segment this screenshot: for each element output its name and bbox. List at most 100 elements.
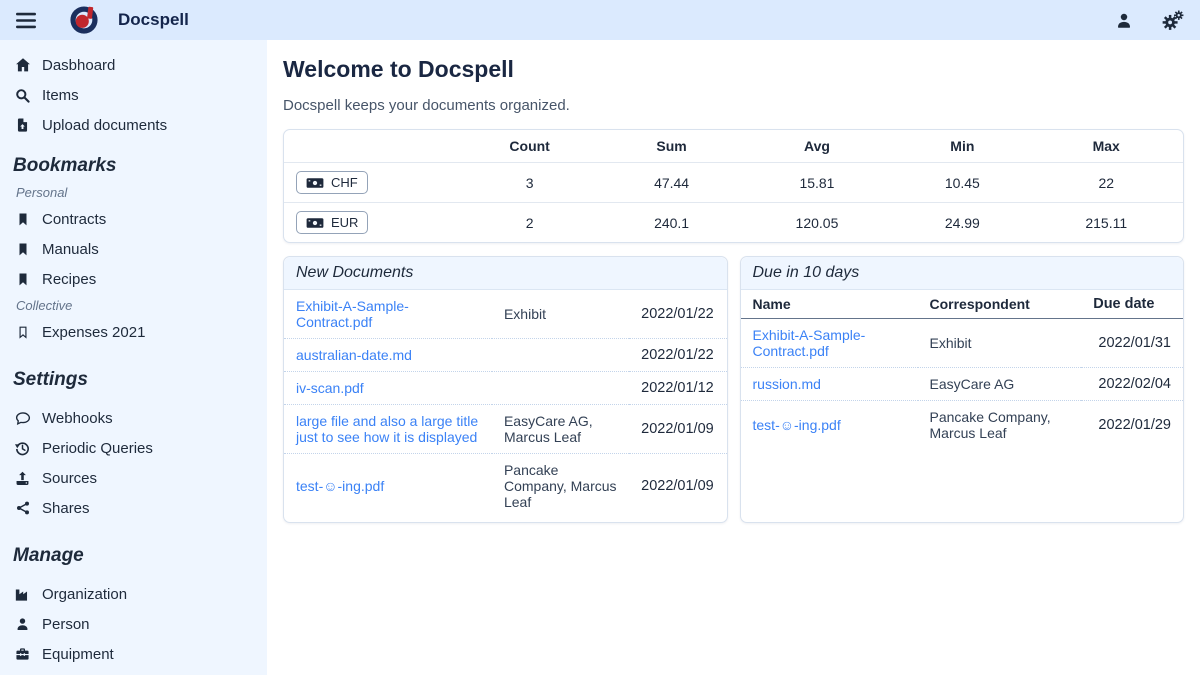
table-row: Exhibit-A-Sample-Contract.pdf Exhibit 20… (284, 290, 727, 339)
stats-col-max: Max (1029, 130, 1183, 163)
file-upload-icon (13, 116, 32, 134)
document-due-date: 2022/01/31 (1081, 319, 1183, 368)
new-documents-panel: New Documents Exhibit-A-Sample-Contract.… (283, 256, 728, 523)
stats-value: 3 (455, 163, 605, 203)
new-documents-table: Exhibit-A-Sample-Contract.pdf Exhibit 20… (284, 290, 727, 518)
bookmarks-heading: Bookmarks (13, 155, 257, 177)
document-correspondent: EasyCare AG, Marcus Leaf (492, 405, 629, 454)
sidebar-item-label: Shares (42, 500, 90, 517)
currency-badge-chf: CHF (296, 171, 368, 194)
sidebar-item-equipment[interactable]: Equipment (13, 639, 257, 669)
sidebar-item-label: Organization (42, 586, 127, 603)
settings-cogs-icon[interactable] (1161, 9, 1184, 32)
sidebar-item-items[interactable]: Items (13, 80, 257, 110)
table-row: iv-scan.pdf 2022/01/12 (284, 372, 727, 405)
sidebar-item-shares[interactable]: Shares (13, 493, 257, 523)
bookmarks-group-collective: Collective (16, 298, 257, 313)
stats-value: 2 (455, 203, 605, 243)
industry-icon (13, 586, 32, 603)
table-row: australian-date.md 2022/01/22 (284, 339, 727, 372)
sidebar-item-periodic-queries[interactable]: Periodic Queries (13, 433, 257, 463)
stats-card: Count Sum Avg Min Max (283, 129, 1184, 243)
sidebar-item-person[interactable]: Person (13, 609, 257, 639)
stats-value: 24.99 (895, 203, 1029, 243)
table-row: test-☺-ing.pdf Pancake Company, Marcus L… (284, 454, 727, 519)
stats-value: 240.1 (604, 203, 738, 243)
stats-value: 22 (1029, 163, 1183, 203)
manage-heading: Manage (13, 545, 257, 567)
main-content: Welcome to Docspell Docspell keeps your … (267, 40, 1200, 675)
sidebar-item-tags[interactable]: Tags (13, 669, 257, 675)
sidebar-item-label: Sources (42, 470, 97, 487)
document-correspondent: Pancake Company, Marcus Leaf (492, 454, 629, 519)
document-date: 2022/01/22 (629, 339, 726, 372)
stats-value: 47.44 (604, 163, 738, 203)
currency-badge-eur: EUR (296, 211, 368, 234)
stats-value: 15.81 (739, 163, 895, 203)
stats-col-sum: Sum (604, 130, 738, 163)
toolbox-icon (13, 646, 32, 662)
sidebar-item-label: Equipment (42, 646, 114, 663)
stats-col-avg: Avg (739, 130, 895, 163)
sidebar-item-bookmark-contracts[interactable]: Contracts (13, 204, 257, 234)
due-documents-panel: Due in 10 days Name Correspondent Due da… (740, 256, 1185, 523)
sidebar-item-bookmark-expenses-2021[interactable]: Expenses 2021 (13, 317, 257, 347)
docspell-logo-icon[interactable] (70, 6, 98, 34)
sidebar-item-organization[interactable]: Organization (13, 579, 257, 609)
sidebar-item-label: Expenses 2021 (42, 324, 145, 341)
upload-icon (13, 470, 32, 487)
due-documents-title: Due in 10 days (741, 257, 1184, 290)
page-title: Welcome to Docspell (283, 56, 1184, 83)
document-due-date: 2022/02/04 (1081, 368, 1183, 401)
person-icon (13, 616, 32, 632)
money-bill-icon (306, 177, 324, 189)
stats-table: Count Sum Avg Min Max (284, 130, 1183, 242)
document-date: 2022/01/09 (629, 454, 726, 519)
document-link[interactable]: test-☺-ing.pdf (753, 417, 841, 433)
document-link[interactable]: australian-date.md (296, 347, 412, 363)
sidebar-item-upload-documents[interactable]: Upload documents (13, 110, 257, 140)
document-link[interactable]: iv-scan.pdf (296, 380, 364, 396)
document-link[interactable]: Exhibit-A-Sample-Contract.pdf (753, 327, 866, 359)
bookmarks-group-personal: Personal (16, 185, 257, 200)
table-row: russion.md EasyCare AG 2022/02/04 (741, 368, 1184, 401)
document-due-date: 2022/01/29 (1081, 401, 1183, 450)
stats-row-eur: EUR 2 240.1 120.05 24.99 215.11 (284, 203, 1183, 243)
user-menu-icon[interactable] (1115, 11, 1133, 30)
document-date: 2022/01/09 (629, 405, 726, 454)
currency-label: EUR (331, 215, 358, 230)
bookmark-outline-icon (13, 324, 32, 341)
due-col-correspondent: Correspondent (918, 290, 1082, 319)
document-link[interactable]: large file and also a large title just t… (296, 413, 478, 445)
sidebar-item-sources[interactable]: Sources (13, 463, 257, 493)
document-correspondent (492, 339, 629, 372)
table-row: large file and also a large title just t… (284, 405, 727, 454)
sidebar-item-label: Dasbhoard (42, 57, 115, 74)
document-link[interactable]: Exhibit-A-Sample-Contract.pdf (296, 298, 409, 330)
sidebar-item-webhooks[interactable]: Webhooks (13, 403, 257, 433)
page-subtitle: Docspell keeps your documents organized. (283, 97, 1184, 114)
table-header-row: Name Correspondent Due date (741, 290, 1184, 319)
stats-row-chf: CHF 3 47.44 15.81 10.45 22 (284, 163, 1183, 203)
document-correspondent: Pancake Company, Marcus Leaf (918, 401, 1082, 450)
stats-col-count: Count (455, 130, 605, 163)
document-correspondent: EasyCare AG (918, 368, 1082, 401)
document-link[interactable]: russion.md (753, 376, 821, 392)
top-bar: Docspell (0, 0, 1200, 40)
document-link[interactable]: test-☺-ing.pdf (296, 478, 384, 494)
stats-value: 10.45 (895, 163, 1029, 203)
sidebar-item-bookmark-manuals[interactable]: Manuals (13, 234, 257, 264)
table-row: test-☺-ing.pdf Pancake Company, Marcus L… (741, 401, 1184, 450)
sidebar-item-dashboard[interactable]: Dasbhoard (13, 50, 257, 80)
bookmark-filled-icon (13, 271, 32, 288)
sidebar-item-label: Recipes (42, 271, 96, 288)
due-col-name: Name (741, 290, 918, 319)
app-title: Docspell (118, 10, 189, 30)
money-bill-icon (306, 217, 324, 229)
sidebar-item-label: Upload documents (42, 117, 167, 134)
sidebar-item-bookmark-recipes[interactable]: Recipes (13, 264, 257, 294)
menu-icon[interactable] (16, 12, 36, 29)
new-documents-title: New Documents (284, 257, 727, 290)
sidebar-item-label: Periodic Queries (42, 440, 153, 457)
history-icon (13, 440, 32, 457)
